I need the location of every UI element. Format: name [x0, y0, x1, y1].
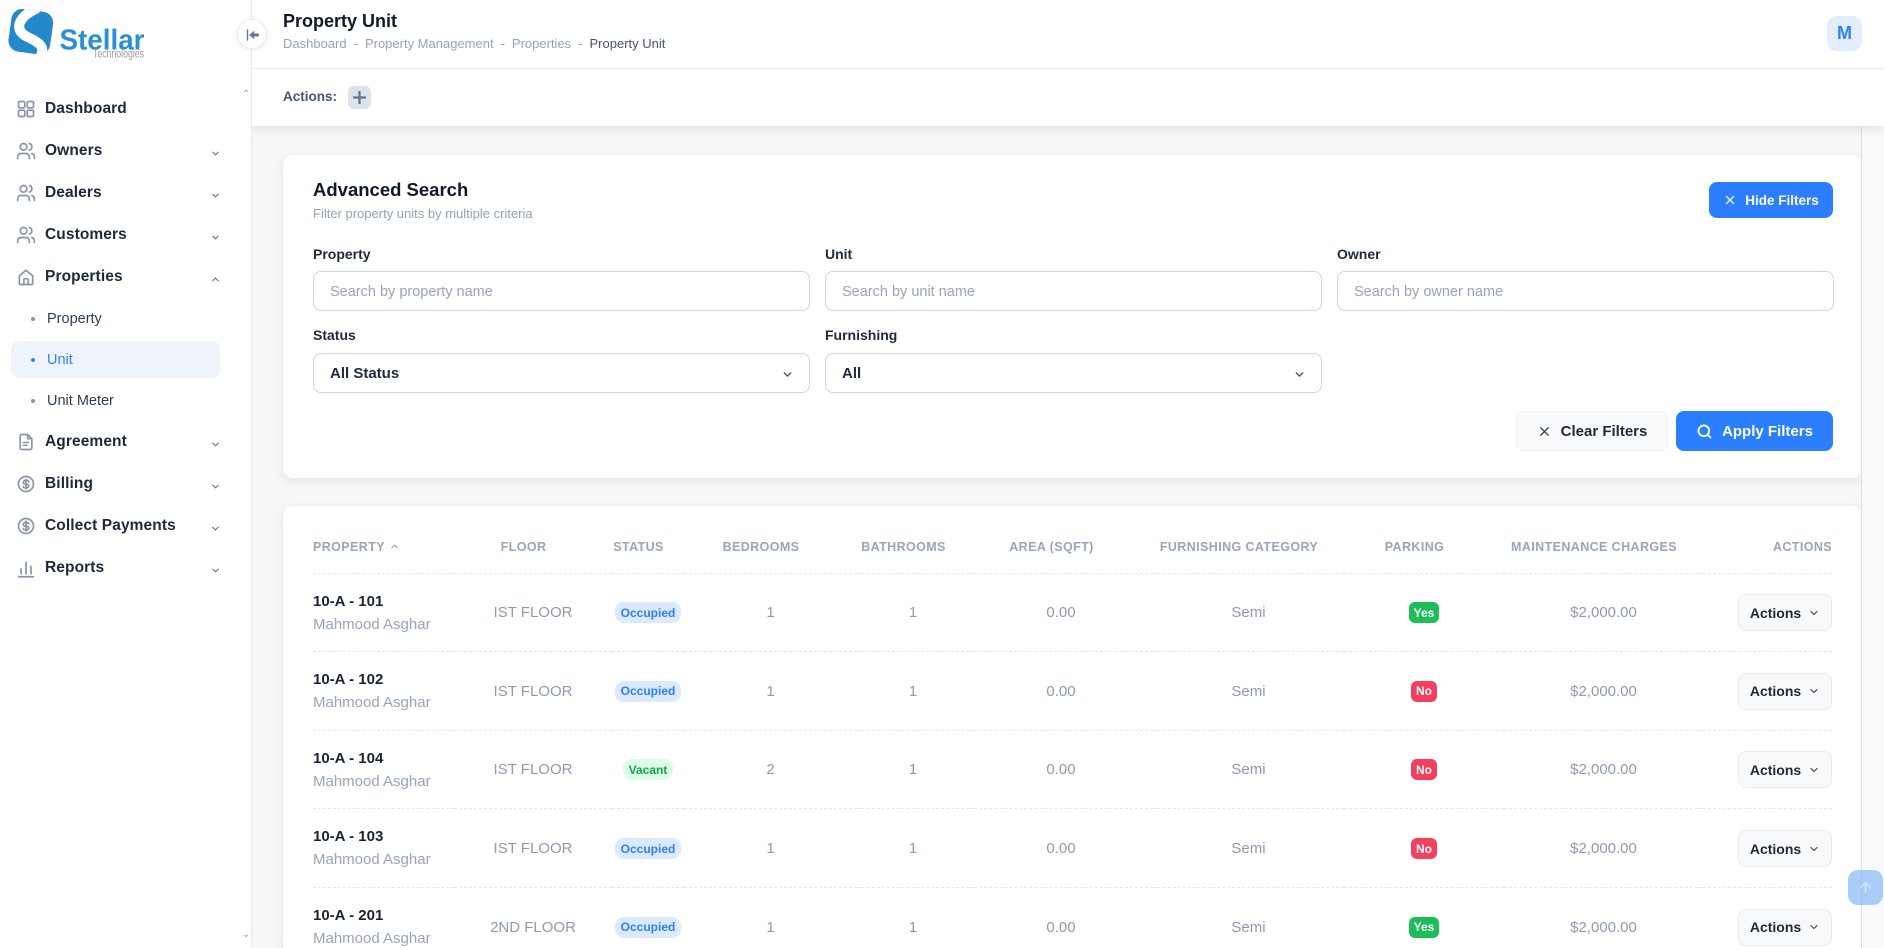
svg-text:Technologies: Technologies	[93, 49, 144, 61]
